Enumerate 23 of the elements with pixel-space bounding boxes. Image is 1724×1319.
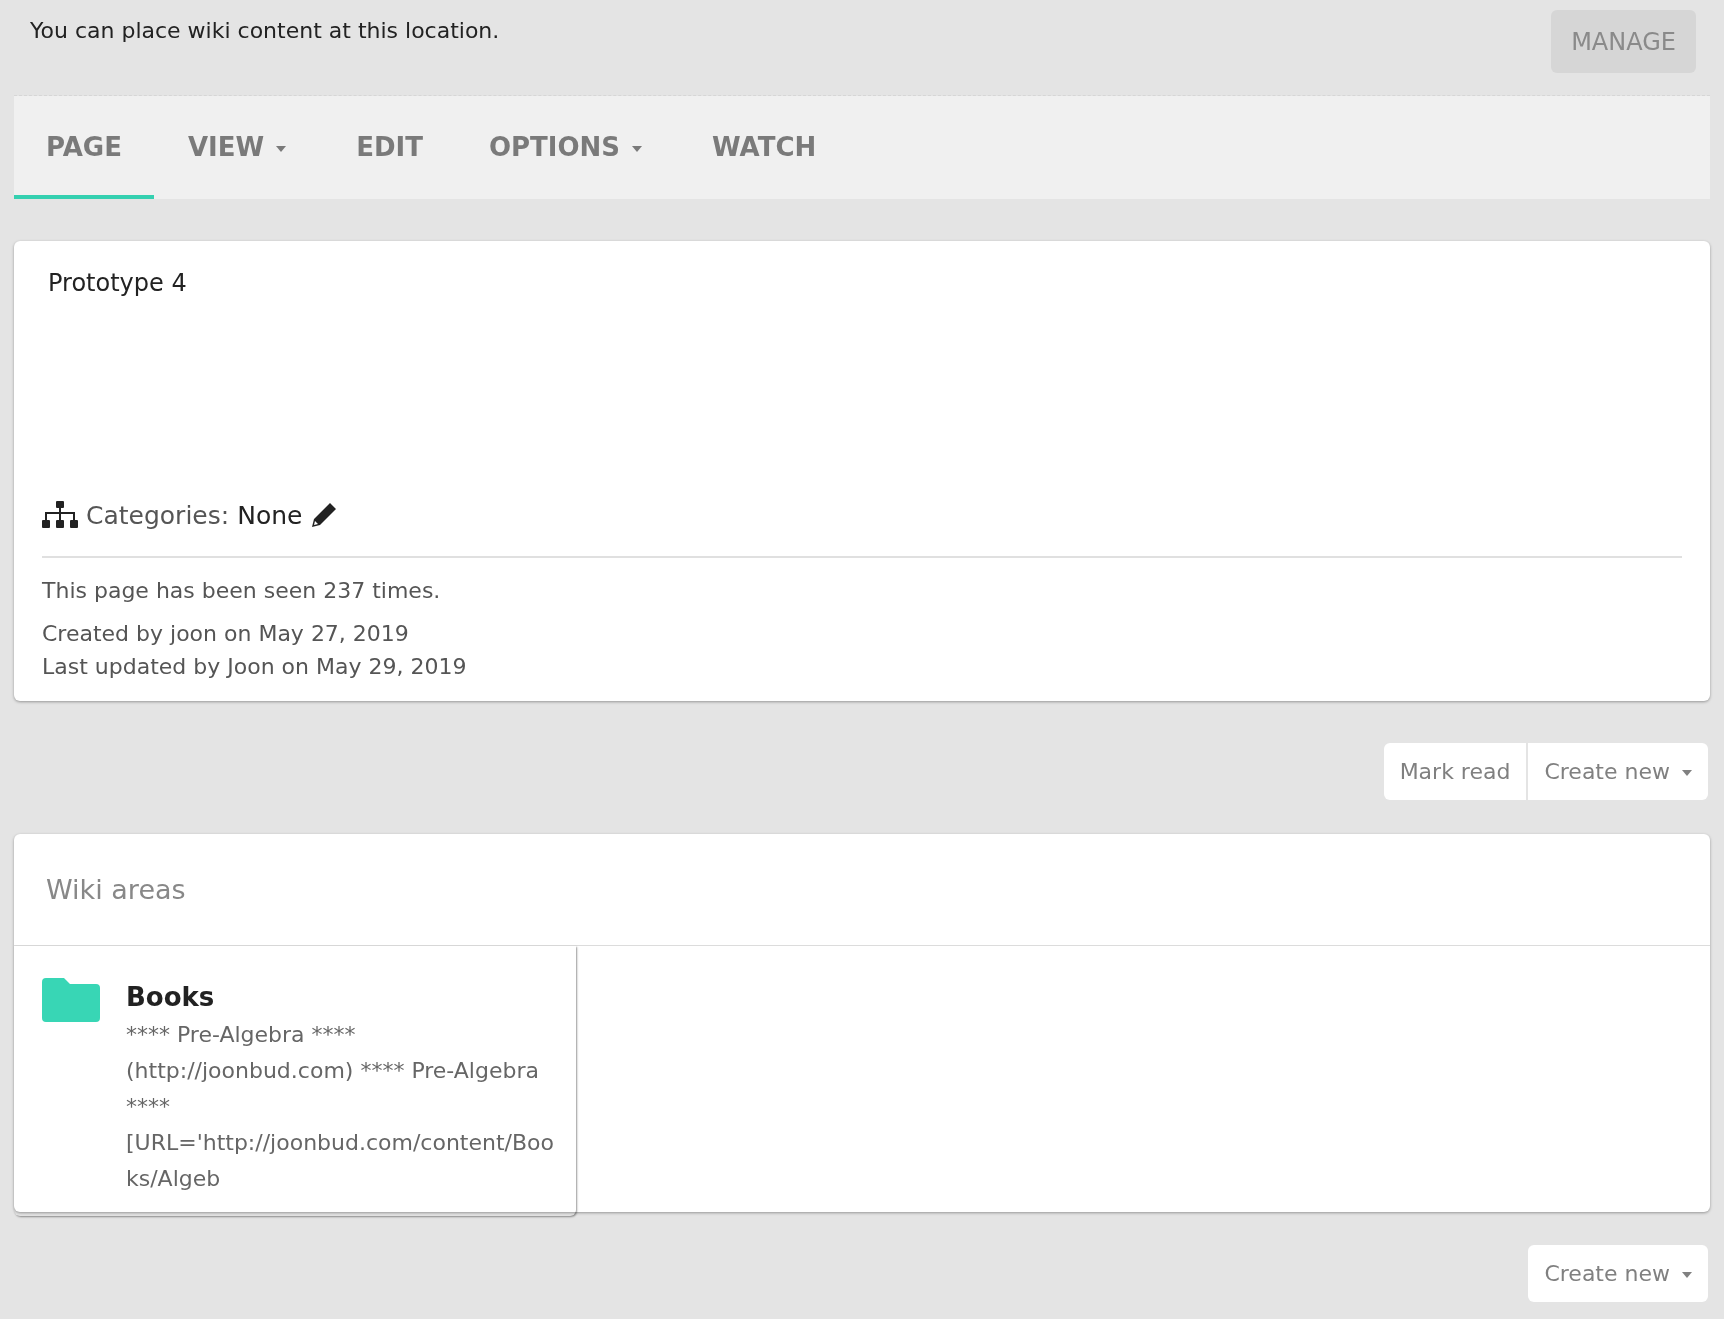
tab[interactable]: VIEW	[155, 96, 323, 199]
tab[interactable]: PAGE	[14, 96, 154, 199]
wiki-area-name[interactable]: Books	[126, 977, 556, 1017]
action-button[interactable]: Create new	[1528, 743, 1708, 800]
categories-value: None	[237, 499, 303, 532]
wiki-area-card[interactable]: Books **** Pre-Algebra **** (http://joonbud.com) **** Pre-Algebra **** [URL='http://joonbud.com/content/Books/Algeb	[14, 945, 576, 1216]
folder-icon	[42, 977, 100, 1022]
wiki-area-description: **** Pre-Algebra **** (http://joonbud.com) **** Pre-Algebra **** [URL='http://joonbud.com/content/Books/Algeb	[126, 1020, 555, 1193]
tab[interactable]: OPTIONS	[456, 96, 679, 199]
updated-text: Last updated by Joon on May 29, 2019	[42, 653, 468, 681]
view-count-text: This page has been seen 237 times.	[42, 577, 442, 605]
categories-label: Categories:	[86, 499, 230, 532]
pencil-icon[interactable]	[310, 501, 339, 530]
manage-button[interactable]: MANAGE	[1551, 10, 1696, 73]
action-button[interactable]: Mark read	[1383, 743, 1529, 800]
tab[interactable]: WATCH	[680, 96, 849, 199]
page-title: Prototype 4	[48, 268, 188, 299]
tab[interactable]: EDIT	[324, 96, 455, 199]
action-button[interactable]: Create new	[1528, 1245, 1708, 1302]
notice-text: You can place wiki content at this location.	[30, 17, 500, 45]
section-title: Wiki areas	[14, 834, 1710, 946]
sitemap-icon	[42, 501, 78, 530]
created-text: Created by joon on May 27, 2019	[42, 620, 410, 648]
